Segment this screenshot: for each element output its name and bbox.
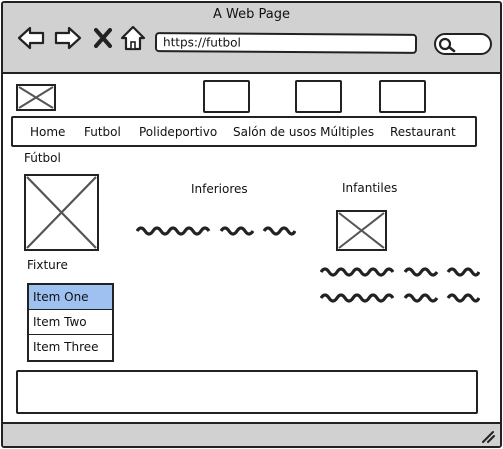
header-button-1[interactable] [203, 80, 250, 113]
infantiles-text-scribble-1 [320, 267, 480, 277]
header-button-3[interactable] [379, 80, 426, 113]
list-item[interactable]: Item One [29, 285, 112, 310]
infantiles-image-placeholder [336, 210, 387, 251]
fixture-list: Item One Item Two Item Three [27, 283, 114, 362]
menu-item-futbol[interactable]: Futbol [84, 125, 121, 139]
inferiores-title: Inferiores [191, 182, 248, 196]
status-bar [3, 422, 500, 446]
url-input[interactable]: https://futbol [154, 32, 418, 54]
footer-panel [16, 370, 478, 414]
futbol-image-placeholder [24, 174, 99, 251]
image-placeholder-icon [26, 176, 97, 249]
main-menu: Home Futbol Polideportivo Salón de usos … [11, 116, 477, 147]
infantiles-title: Infantiles [342, 181, 398, 195]
back-arrow-icon[interactable] [17, 25, 45, 51]
page-content: Home Futbol Polideportivo Salón de usos … [3, 76, 500, 422]
title-bar: A Web Page https://futbol [3, 3, 500, 74]
infantiles-text-scribble-2 [320, 293, 480, 303]
image-placeholder-icon [18, 86, 54, 109]
header-button-2[interactable] [295, 80, 342, 113]
menu-item-home[interactable]: Home [30, 125, 65, 139]
home-icon[interactable] [120, 25, 146, 51]
menu-item-salon[interactable]: Salón de usos Múltiples [233, 125, 374, 139]
menu-item-polideportivo[interactable]: Polideportivo [139, 125, 217, 139]
browser-window: A Web Page https://futbol Home Futbol Po… [1, 1, 502, 448]
resize-grip-icon[interactable] [480, 429, 496, 443]
section-title-futbol: Fútbol [24, 151, 61, 165]
search-icon [438, 37, 456, 53]
logo-image-placeholder [16, 84, 56, 111]
window-title: A Web Page [213, 7, 290, 22]
image-placeholder-icon [338, 212, 385, 249]
list-item[interactable]: Item Two [29, 310, 112, 335]
list-item[interactable]: Item Three [29, 335, 112, 360]
menu-item-restaurant[interactable]: Restaurant [390, 125, 456, 139]
close-x-icon[interactable] [91, 25, 115, 51]
inferiores-text-scribble [136, 226, 296, 236]
search-field[interactable] [434, 33, 492, 55]
fixture-title: Fixture [27, 258, 68, 272]
forward-arrow-icon[interactable] [54, 25, 82, 51]
